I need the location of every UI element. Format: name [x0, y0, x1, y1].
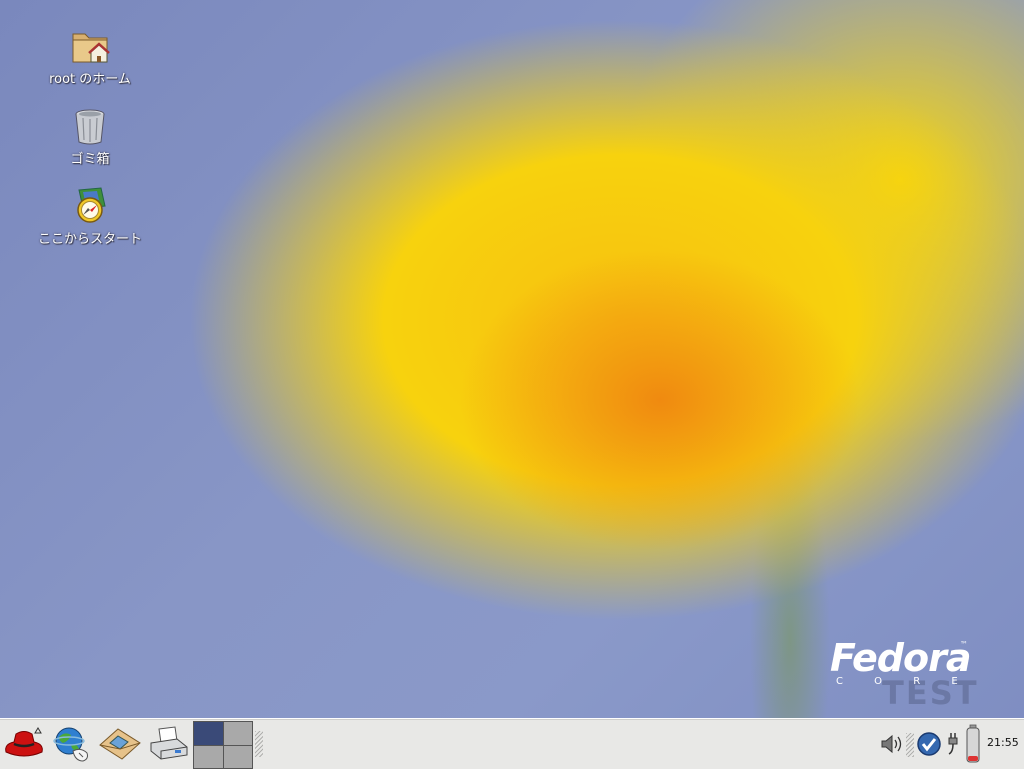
main-menu-button[interactable] [2, 723, 46, 765]
trash-icon [75, 109, 105, 145]
redhat-menu-icon [5, 727, 43, 757]
start-here-icon [77, 187, 106, 223]
panel-drag-handle[interactable] [255, 731, 263, 757]
update-check-icon [917, 732, 941, 756]
update-notifier[interactable] [915, 727, 943, 761]
workspace-4[interactable] [223, 745, 252, 768]
battery-icon [966, 724, 980, 763]
printer-icon [150, 726, 188, 760]
trademark-symbol: ™ [960, 640, 968, 649]
workspace-1[interactable] [194, 722, 223, 745]
volume-control[interactable] [878, 727, 904, 761]
battery-monitor[interactable] [963, 723, 983, 765]
workspace-2[interactable] [223, 722, 252, 745]
power-status[interactable] [944, 727, 962, 761]
bottom-panel: 21:55 [0, 718, 1024, 769]
desktop-icon-label: ゴミ箱 [70, 152, 110, 167]
home-folder-icon [72, 33, 110, 63]
core-label: C O R E [836, 676, 972, 687]
printer-launcher[interactable] [146, 723, 190, 765]
volume-icon [881, 734, 902, 754]
desktop-icon-label: ここからスタート [37, 232, 142, 247]
workspace-switcher[interactable] [193, 721, 253, 769]
clock[interactable]: 21:55 [987, 736, 1019, 749]
desktop-icon-label: root のホーム [49, 72, 131, 87]
tray-separator [906, 733, 914, 757]
workspace-3[interactable] [194, 745, 223, 768]
fedora-core-watermark: Fedora ™ TEST C O R E [830, 636, 980, 716]
web-browser-icon [53, 727, 88, 762]
email-launcher[interactable] [98, 723, 142, 765]
desktop-icon-start-here[interactable]: ここからスタート [20, 186, 160, 247]
email-icon [99, 728, 141, 760]
desktop-icon-trash[interactable]: ゴミ箱 [20, 106, 160, 167]
power-plug-icon [948, 733, 958, 755]
desktop-icon-home[interactable]: root のホーム [20, 26, 160, 87]
desktop-background: root のホーム ゴミ箱 ここからスタート Fedora ™ TEST C O… [0, 0, 1024, 718]
web-browser-launcher[interactable] [50, 723, 94, 765]
